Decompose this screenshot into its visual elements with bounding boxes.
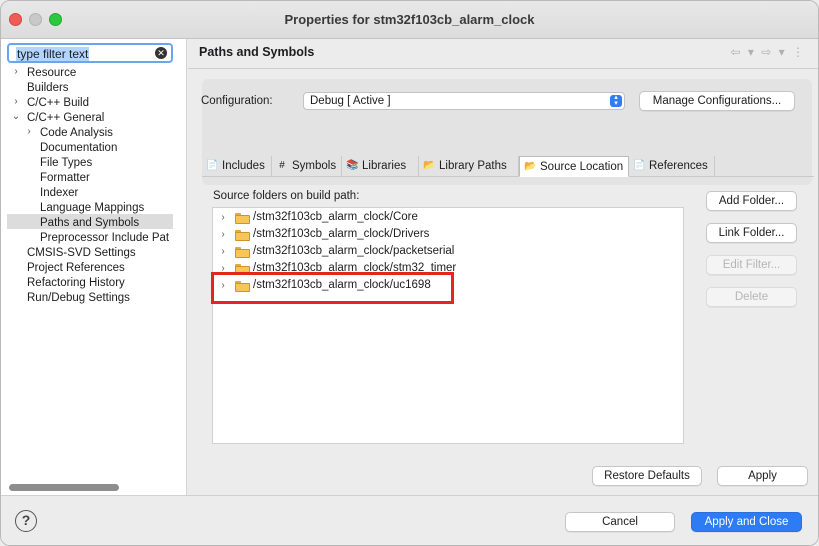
folder-icon xyxy=(235,230,250,241)
source-location-icon: 📂 xyxy=(524,161,537,172)
preferences-tree-panel: type filter text ✕ › Resource Builders › C/C… xyxy=(1,39,187,495)
tree-item[interactable]: Formatter xyxy=(40,171,90,186)
tree-item[interactable]: Documentation xyxy=(40,141,117,156)
apply-and-close-button[interactable]: Apply and Close xyxy=(691,512,802,532)
folder-path: /stm32f103cb_alarm_clock/Core xyxy=(253,211,418,223)
tree-expand-chevron-icon[interactable]: › xyxy=(24,126,34,141)
add-folder-button[interactable]: Add Folder... xyxy=(706,191,797,211)
tree-item[interactable]: Paths and Symbols xyxy=(40,216,139,231)
list-item[interactable]: › /stm32f103cb_alarm_clock/stm32_timer xyxy=(213,260,460,277)
expand-chevron-icon[interactable]: › xyxy=(218,226,228,243)
tab-includes[interactable]: 📄 Includes xyxy=(202,156,272,177)
dialog-footer: ? Cancel Apply and Close xyxy=(1,495,818,545)
tree-item[interactable]: CMSIS-SVD Settings xyxy=(27,246,136,261)
expand-chevron-icon[interactable]: › xyxy=(218,260,228,277)
delete-button[interactable]: Delete xyxy=(706,287,797,307)
tree-item[interactable]: Project References xyxy=(27,261,125,276)
tree-item[interactable]: Refactoring History xyxy=(27,276,125,291)
tree-item[interactable]: Run/Debug Settings xyxy=(27,291,130,306)
configuration-select[interactable]: Debug [ Active ] ▴ ▾ xyxy=(303,92,625,110)
select-arrows-icon: ▴ ▾ xyxy=(610,94,622,107)
tree-item[interactable]: Code Analysis xyxy=(40,126,113,141)
folder-icon xyxy=(235,281,250,292)
edit-filter-button[interactable]: Edit Filter... xyxy=(706,255,797,275)
folder-path: /stm32f103cb_alarm_clock/stm32_timer xyxy=(253,262,457,274)
horizontal-scrollbar[interactable] xyxy=(9,484,119,491)
list-item[interactable]: › /stm32f103cb_alarm_clock/uc1698 xyxy=(213,277,460,294)
expand-chevron-icon[interactable]: › xyxy=(218,243,228,260)
tree-item[interactable]: C/C++ General xyxy=(27,111,104,126)
property-page: Paths and Symbols ⇦ ▾ ⇨ ▾ ⋮ Configuratio… xyxy=(188,39,818,495)
clear-filter-icon[interactable]: ✕ xyxy=(155,47,167,59)
expand-chevron-icon[interactable]: › xyxy=(218,277,228,294)
list-item[interactable]: › /stm32f103cb_alarm_clock/Drivers xyxy=(213,226,460,243)
tab-label: Source Location xyxy=(540,161,624,173)
tab-symbols[interactable]: # Symbols xyxy=(272,156,342,177)
folder-icon xyxy=(235,264,250,275)
source-folders-list[interactable]: › /stm32f103cb_alarm_clock/Core › /stm32f10… xyxy=(212,207,684,444)
restore-defaults-button[interactable]: Restore Defaults xyxy=(592,466,702,486)
folder-icon xyxy=(235,213,250,224)
tab-libraries[interactable]: 📚 Libraries xyxy=(342,156,419,177)
properties-window: Properties for stm32f103cb_alarm_clock t… xyxy=(0,0,819,546)
library-paths-icon: 📂 xyxy=(423,160,436,171)
apply-button[interactable]: Apply xyxy=(717,466,808,486)
tab-source-location[interactable]: 📂 Source Location xyxy=(519,156,629,177)
folder-path: /stm32f103cb_alarm_clock/Drivers xyxy=(253,228,430,240)
source-location-panel: Source folders on build path: › /stm32f10… xyxy=(202,177,814,487)
tab-label: Library Paths xyxy=(439,160,507,172)
configuration-label: Configuration: xyxy=(201,95,273,107)
tree-item[interactable]: File Types xyxy=(40,156,92,171)
tab-library-paths[interactable]: 📂 Library Paths xyxy=(419,156,519,177)
tab-label: Symbols xyxy=(292,160,337,172)
tab-label: References xyxy=(649,160,708,172)
folder-path: /stm32f103cb_alarm_clock/uc1698 xyxy=(253,279,431,291)
tree-item[interactable]: Builders xyxy=(27,81,69,96)
history-nav-icon[interactable]: ⇦ ▾ ⇨ ▾ ⋮ xyxy=(731,45,807,59)
filter-input-text[interactable]: type filter text xyxy=(16,47,90,61)
includes-icon: 📄 xyxy=(206,160,219,171)
window-title: Properties for stm32f103cb_alarm_clock xyxy=(284,12,535,27)
configuration-value: Debug [ Active ] xyxy=(310,95,391,107)
help-icon[interactable]: ? xyxy=(15,510,37,532)
filter-input[interactable]: type filter text ✕ xyxy=(7,43,173,63)
manage-configurations-button[interactable]: Manage Configurations... xyxy=(639,91,795,111)
tree-expand-chevron-icon[interactable]: › xyxy=(11,96,21,111)
libraries-icon: 📚 xyxy=(346,160,359,171)
tree-item[interactable]: Preprocessor Include Pat xyxy=(40,231,169,246)
list-item[interactable]: › /stm32f103cb_alarm_clock/Core xyxy=(213,209,460,226)
folder-icon xyxy=(235,247,250,258)
divider xyxy=(188,68,818,69)
cancel-button[interactable]: Cancel xyxy=(565,512,675,532)
list-item[interactable]: › /stm32f103cb_alarm_clock/packetserial xyxy=(213,243,460,260)
source-folders-label: Source folders on build path: xyxy=(213,190,360,202)
page-title: Paths and Symbols xyxy=(199,45,315,59)
folder-path: /stm32f103cb_alarm_clock/packetserial xyxy=(253,245,455,257)
tab-bar: 📄 Includes # Symbols 📚 Libraries 📂 Library Path… xyxy=(202,156,814,177)
tree-expand-chevron-icon[interactable]: › xyxy=(11,66,21,81)
title-bar: Properties for stm32f103cb_alarm_clock xyxy=(1,1,818,39)
tree-item[interactable]: Indexer xyxy=(40,186,78,201)
tree-item[interactable]: Resource xyxy=(27,66,76,81)
tree-item[interactable]: C/C++ Build xyxy=(27,96,89,111)
tree-expand-chevron-icon[interactable]: ⌄ xyxy=(11,111,21,126)
expand-chevron-icon[interactable]: › xyxy=(218,209,228,226)
link-folder-button[interactable]: Link Folder... xyxy=(706,223,797,243)
tree-item[interactable]: Language Mappings xyxy=(40,201,144,216)
hash-icon: # xyxy=(279,160,285,171)
references-icon: 📄 xyxy=(633,160,646,171)
tab-label: Includes xyxy=(222,160,265,172)
tab-references[interactable]: 📄 References xyxy=(629,156,715,177)
tab-label: Libraries xyxy=(362,160,407,172)
